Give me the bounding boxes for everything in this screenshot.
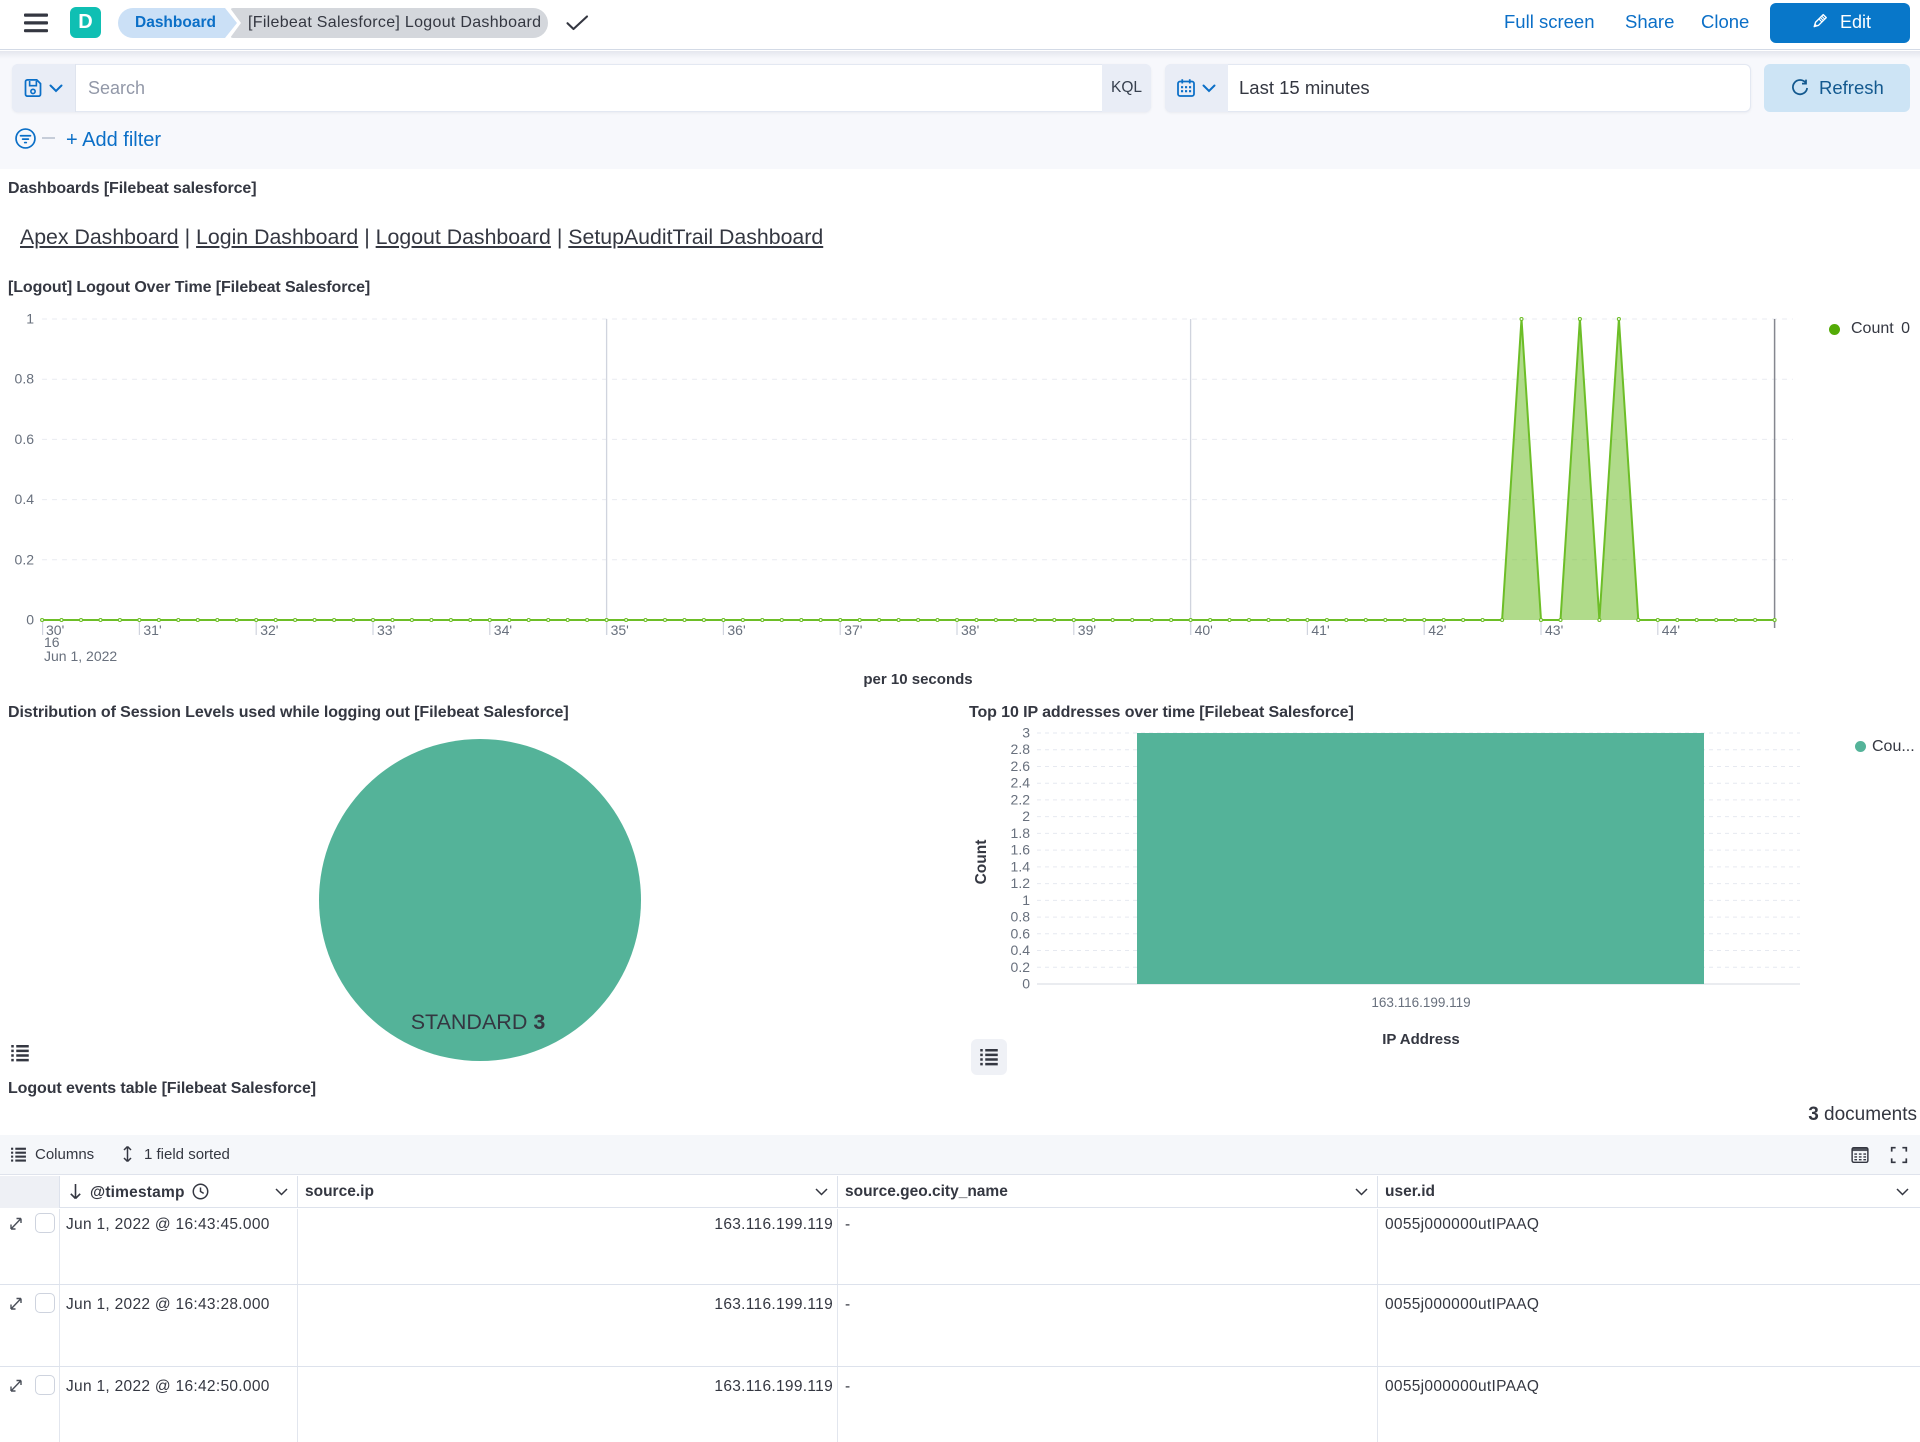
- svg-text:44': 44': [1662, 622, 1680, 638]
- svg-text:0.6: 0.6: [15, 431, 35, 447]
- svg-text:0: 0: [26, 612, 34, 628]
- svg-text:163.116.199.119: 163.116.199.119: [1371, 995, 1470, 1010]
- svg-text:43': 43': [1545, 622, 1563, 638]
- svg-text:40': 40': [1195, 622, 1213, 638]
- svg-text:0.6: 0.6: [1011, 925, 1031, 941]
- svg-text:0.2: 0.2: [1011, 959, 1031, 975]
- svg-text:42': 42': [1428, 622, 1446, 638]
- svg-text:38': 38': [961, 622, 979, 638]
- svg-text:2.2: 2.2: [1011, 791, 1031, 807]
- svg-text:0: 0: [1022, 976, 1030, 992]
- svg-text:1: 1: [26, 311, 34, 327]
- svg-text:Jun 1, 2022: Jun 1, 2022: [44, 648, 117, 664]
- svg-text:31': 31': [143, 622, 161, 638]
- svg-text:32': 32': [260, 622, 278, 638]
- svg-text:2.8: 2.8: [1011, 741, 1031, 757]
- svg-text:1.4: 1.4: [1011, 858, 1031, 874]
- svg-text:IP Address: IP Address: [1382, 1031, 1460, 1048]
- svg-text:1.6: 1.6: [1011, 842, 1031, 858]
- svg-text:0.8: 0.8: [15, 371, 35, 387]
- svg-text:2.6: 2.6: [1011, 758, 1031, 774]
- svg-text:0.2: 0.2: [15, 551, 35, 567]
- svg-text:2.4: 2.4: [1011, 775, 1031, 791]
- svg-text:1: 1: [1022, 892, 1030, 908]
- svg-text:3: 3: [1022, 725, 1030, 741]
- svg-text:36': 36': [727, 622, 745, 638]
- svg-text:0.4: 0.4: [1011, 942, 1031, 958]
- svg-text:Count: Count: [973, 840, 990, 885]
- svg-text:1.8: 1.8: [1011, 825, 1031, 841]
- svg-text:41': 41': [1311, 622, 1329, 638]
- svg-text:0.8: 0.8: [1011, 909, 1031, 925]
- svg-text:33': 33': [377, 622, 395, 638]
- svg-text:34': 34': [494, 622, 512, 638]
- svg-text:0.4: 0.4: [15, 491, 35, 507]
- svg-text:37': 37': [844, 622, 862, 638]
- svg-text:35': 35': [611, 622, 629, 638]
- svg-text:2: 2: [1022, 808, 1030, 824]
- svg-text:39': 39': [1078, 622, 1096, 638]
- svg-text:1.2: 1.2: [1011, 875, 1031, 891]
